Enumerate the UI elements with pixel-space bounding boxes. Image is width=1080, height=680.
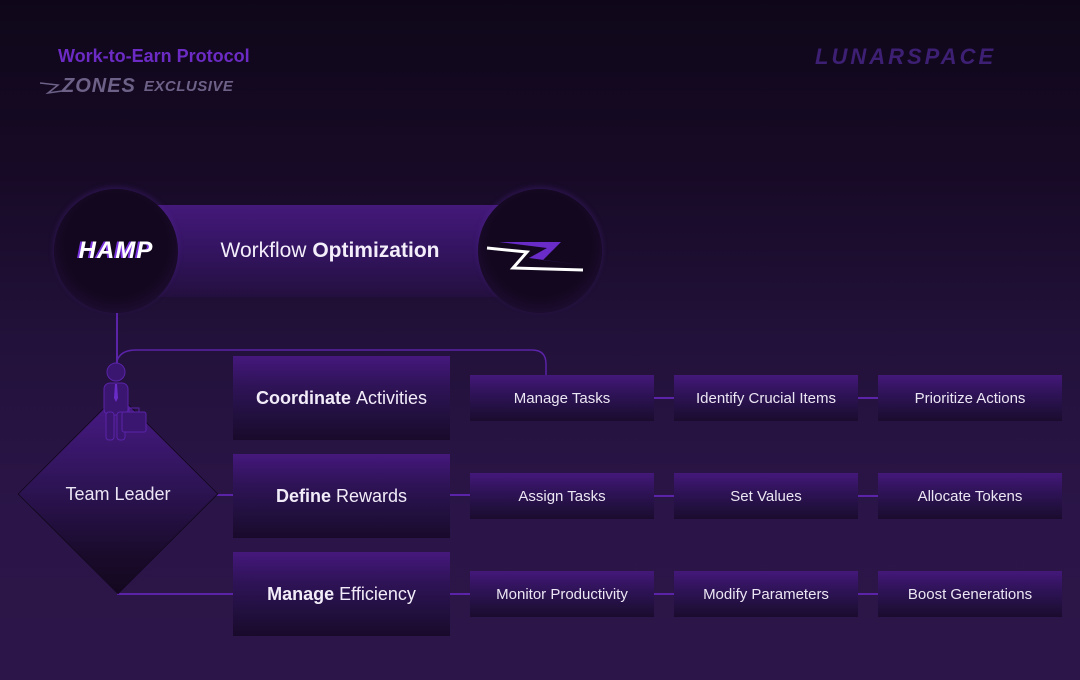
connector-leader-to-row2 — [214, 494, 234, 496]
hamp-logo-orb: HAMP — [54, 189, 178, 313]
connector-leader-to-row3 — [117, 593, 234, 595]
category-bold: Define — [275, 485, 331, 506]
task-set-values[interactable]: Set Values — [674, 473, 858, 519]
banner-title: Workflow Optimization — [150, 205, 510, 297]
connector-r3-b — [858, 593, 878, 595]
banner-title-bold: Optimization — [312, 239, 440, 262]
connector-r1-a — [654, 397, 674, 399]
task-manage-tasks[interactable]: Manage Tasks — [470, 375, 654, 421]
task-assign-tasks[interactable]: Assign Tasks — [470, 473, 654, 519]
hamp-logo: HAMP — [78, 237, 154, 264]
businessman-icon — [103, 362, 147, 441]
category-coordinate-activities[interactable]: Coordinate Activities — [233, 356, 450, 440]
zones-exclusive-badge: ZONES EXCLUSIVE — [40, 74, 233, 98]
category-bold: Manage — [267, 583, 335, 604]
category-manage-efficiency[interactable]: Manage Efficiency — [233, 552, 450, 636]
connector-row2-cat — [450, 494, 470, 496]
connector-row3-cat — [450, 593, 470, 595]
lightning-z-icon — [486, 242, 589, 272]
task-boost-generations[interactable]: Boost Generations — [878, 571, 1062, 617]
task-identify-crucial-items[interactable]: Identify Crucial Items — [674, 375, 858, 421]
category-regular: Efficiency — [339, 583, 416, 604]
task-monitor-productivity[interactable]: Monitor Productivity — [470, 571, 654, 617]
task-modify-parameters[interactable]: Modify Parameters — [674, 571, 858, 617]
page-title: Work-to-Earn Protocol — [58, 46, 250, 66]
category-regular: Activities — [356, 387, 428, 408]
connector-r3-a — [654, 593, 674, 595]
zones-logo: ZONES — [62, 74, 136, 97]
brand-logo: LUNARSPACE — [815, 44, 997, 69]
category-define-rewards[interactable]: Define Rewards — [233, 454, 450, 538]
task-prioritize-actions[interactable]: Prioritize Actions — [878, 375, 1062, 421]
category-regular: Rewards — [335, 485, 408, 506]
connector-r2-b — [858, 495, 878, 497]
connector-r2-a — [654, 495, 674, 497]
exclusive-label: EXCLUSIVE — [143, 77, 234, 95]
zones-lightning-icon — [40, 82, 62, 95]
lightning-orb — [478, 189, 602, 313]
connector-r1-b — [858, 397, 878, 399]
category-bold: Coordinate — [255, 387, 351, 408]
banner-title-regular: Workflow — [220, 239, 307, 262]
task-allocate-tokens[interactable]: Allocate Tokens — [878, 473, 1062, 519]
